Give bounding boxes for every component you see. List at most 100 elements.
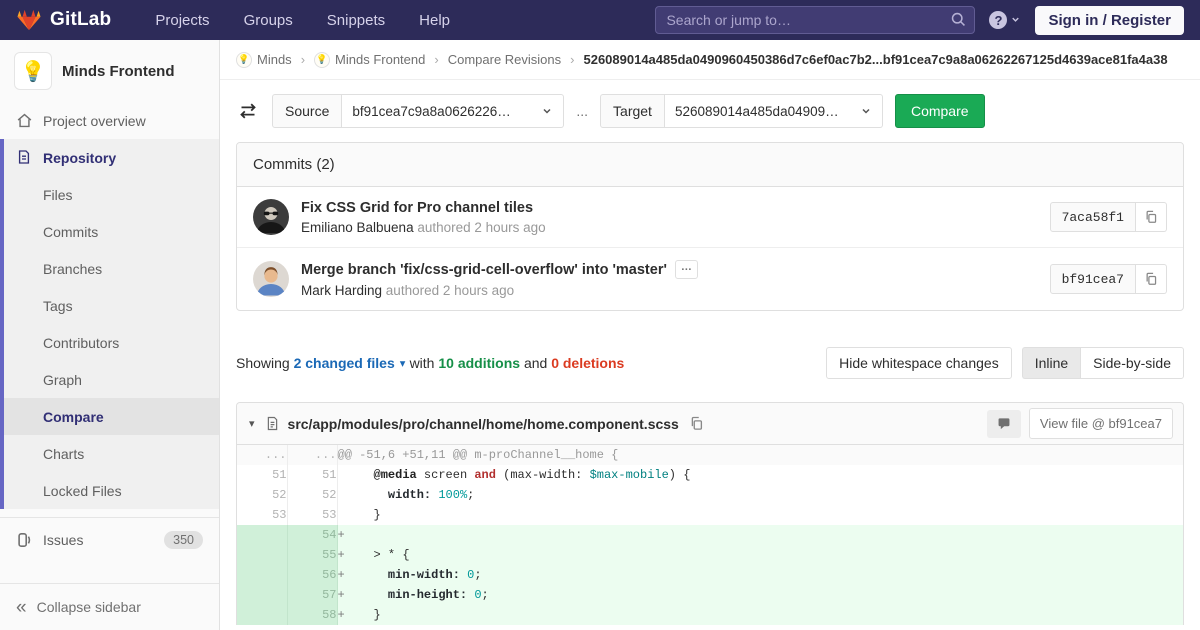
diff-added-row: 58 + } (237, 605, 1183, 625)
side-by-side-view-button[interactable]: Side-by-side (1080, 347, 1184, 379)
question-icon: ? (989, 11, 1008, 29)
sidebar-item-branches[interactable]: Branches (4, 250, 219, 287)
gitlab-logo[interactable]: GitLab (16, 7, 111, 33)
breadcrumb-group[interactable]: 💡 Minds (236, 51, 292, 68)
diff-context-row: 53 53 } (237, 505, 1183, 525)
commit-author[interactable]: Mark Harding (301, 283, 382, 298)
breadcrumb-compare-revisions[interactable]: Compare Revisions (448, 52, 561, 67)
sidebar-item-project-overview[interactable]: Project overview (0, 102, 219, 139)
sidebar-nav: Project overview Repository Files Commit… (0, 102, 219, 562)
commit-title[interactable]: Merge branch 'fix/css-grid-cell-overflow… (301, 262, 667, 278)
nav-link-snippets[interactable]: Snippets (327, 12, 385, 29)
swap-revisions-button[interactable] (236, 99, 260, 123)
avatar[interactable] (253, 199, 289, 235)
caret-down-icon: ▾ (399, 356, 405, 369)
inline-view-button[interactable]: Inline (1021, 347, 1081, 379)
old-line-number[interactable] (237, 565, 288, 585)
hide-whitespace-button[interactable]: Hide whitespace changes (826, 347, 1012, 379)
copy-file-path-button[interactable] (687, 414, 706, 433)
commit-sha[interactable]: 7aca58f1 (1049, 202, 1136, 232)
diff-file-panel: ▾ src/app/modules/pro/channel/home/home.… (236, 402, 1184, 625)
new-line-number[interactable]: 54 (287, 525, 338, 545)
copy-sha-button[interactable] (1136, 264, 1167, 294)
new-line-number[interactable]: 56 (287, 565, 338, 585)
main-nav: Projects Groups Snippets Help (155, 12, 450, 29)
collapse-sidebar-button[interactable]: « Collapse sidebar (0, 583, 219, 630)
old-line-number[interactable]: 53 (237, 505, 288, 525)
changed-files-dropdown[interactable]: 2 changed files ▾ (294, 355, 406, 371)
view-file-button[interactable]: View file @ bf91cea7 (1028, 408, 1173, 439)
repository-section: Repository Files Commits Branches Tags C… (0, 139, 219, 509)
new-line-number[interactable]: 52 (287, 485, 338, 505)
old-line-number[interactable]: 51 (237, 465, 288, 485)
sidebar-item-issues[interactable]: Issues 350 (0, 518, 219, 562)
document-icon (16, 149, 33, 166)
source-ref-dropdown[interactable]: bf91cea7c9a8a0626226… (342, 94, 565, 128)
sidebar-item-tags[interactable]: Tags (4, 287, 219, 324)
chevron-down-icon (860, 105, 872, 117)
sidebar-item-graph[interactable]: Graph (4, 361, 219, 398)
toggle-comments-button[interactable] (986, 409, 1021, 438)
comment-icon (998, 417, 1010, 429)
diff-file-path[interactable]: src/app/modules/pro/channel/home/home.co… (288, 416, 679, 432)
breadcrumb-current-sha-range: 526089014a485da0490960450386d7c6ef0ac7b2… (583, 52, 1168, 67)
commit-sha-group: 7aca58f1 (1049, 202, 1167, 232)
old-line-number[interactable] (237, 545, 288, 565)
sidebar-item-compare[interactable]: Compare (4, 398, 219, 435)
sidebar-item-locked-files[interactable]: Locked Files (4, 472, 219, 509)
target-ref-dropdown[interactable]: 526089014a485da04909… (664, 94, 883, 128)
help-menu[interactable]: ? (989, 11, 1021, 29)
breadcrumb-project[interactable]: 💡 Minds Frontend (314, 51, 425, 68)
nav-link-groups[interactable]: Groups (244, 12, 293, 29)
commit-message-expander[interactable]: … (674, 260, 698, 279)
commit-author[interactable]: Emiliano Balbuena (301, 220, 414, 235)
diff-view-toggle: Inline Side-by-side (1021, 347, 1184, 379)
sidebar-item-commits[interactable]: Commits (4, 213, 219, 250)
commit-meta-text: authored 2 hours ago (417, 219, 546, 235)
commit-row: Fix CSS Grid for Pro channel tiles Emili… (237, 187, 1183, 247)
code-line: + } (337, 605, 1183, 625)
diff-hunk-row: ... ... @@ -51,6 +51,11 @@ m-proChannel_… (237, 445, 1183, 465)
sign-in-register-button[interactable]: Sign in / Register (1035, 5, 1184, 35)
breadcrumb: 💡 Minds › 💡 Minds Frontend › Compare Rev… (220, 40, 1200, 80)
new-line-number[interactable]: 51 (287, 465, 338, 485)
chevron-down-icon (1010, 12, 1021, 28)
avatar[interactable] (253, 261, 289, 297)
new-line-number[interactable]: 57 (287, 585, 338, 605)
old-line-number[interactable] (237, 525, 288, 545)
code-line: width: 100%; (387, 488, 475, 502)
file-icon (265, 416, 280, 431)
commit-row: Merge branch 'fix/css-grid-cell-overflow… (237, 247, 1183, 310)
copy-sha-button[interactable] (1136, 202, 1167, 232)
gitlab-wordmark: GitLab (50, 9, 112, 30)
sidebar-item-contributors[interactable]: Contributors (4, 324, 219, 361)
new-line-number[interactable]: 53 (287, 505, 338, 525)
code-line: + (337, 525, 1183, 545)
diff-added-row: 55 + > * { (237, 545, 1183, 565)
search-input[interactable] (655, 6, 976, 34)
sidebar-item-files[interactable]: Files (4, 176, 219, 213)
old-line-number[interactable]: 52 (237, 485, 288, 505)
commit-sha[interactable]: bf91cea7 (1049, 264, 1136, 294)
code-line: @media screen and (max-width: $max-mobil… (373, 468, 691, 482)
nav-link-help[interactable]: Help (419, 12, 450, 29)
deletions-count: 0 deletions (551, 354, 625, 371)
new-line-number[interactable]: 58 (287, 605, 338, 625)
sidebar-item-repository[interactable]: Repository (4, 139, 219, 176)
commit-sha-group: bf91cea7 (1049, 264, 1167, 294)
sidebar-item-charts[interactable]: Charts (4, 435, 219, 472)
commits-panel-header: Commits (2) (237, 143, 1183, 187)
commits-panel: Commits (2) Fix CSS Grid for Pro channel… (236, 142, 1184, 311)
new-line-number[interactable]: 55 (287, 545, 338, 565)
commit-title[interactable]: Fix CSS Grid for Pro channel tiles (301, 200, 533, 216)
project-context[interactable]: 💡 Minds Frontend (0, 40, 219, 102)
diff-added-row: 54 + (237, 525, 1183, 545)
group-avatar: 💡 (236, 51, 252, 68)
target-ref-value: 526089014a485da04909… (674, 103, 839, 119)
old-line-number[interactable] (237, 605, 288, 625)
nav-link-projects[interactable]: Projects (155, 12, 209, 29)
old-line-number[interactable] (237, 585, 288, 605)
collapse-diff-caret-icon[interactable]: ▾ (247, 415, 257, 432)
compare-button[interactable]: Compare (894, 94, 985, 128)
code-line: + > * { (337, 545, 1183, 565)
